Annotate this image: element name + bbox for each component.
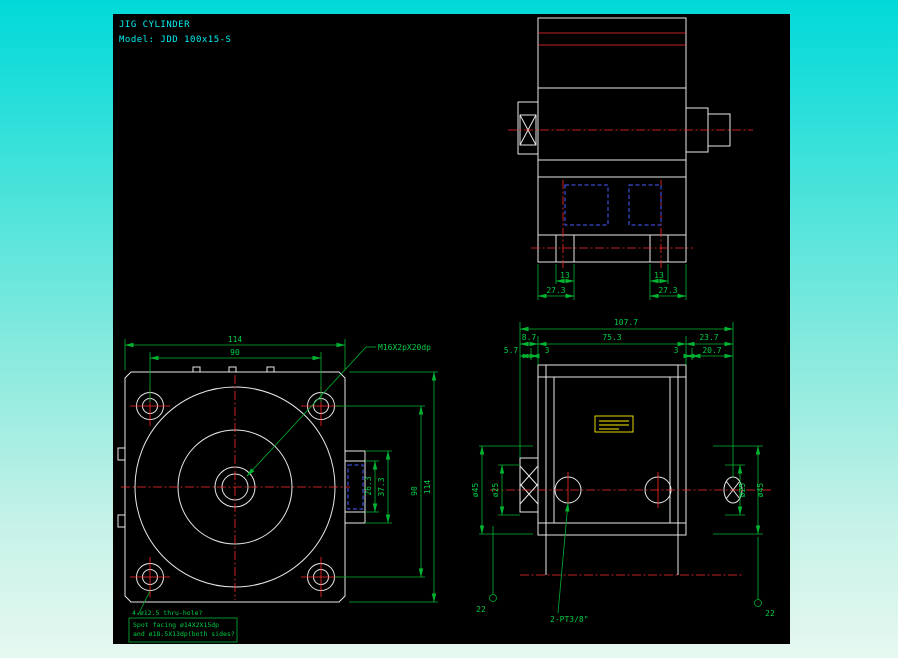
dim-13-left-label: 13 [560,271,570,280]
top-view-dimensions: 13 13 27.3 27.3 [537,264,687,300]
dim-90-right-label: 90 [410,486,419,496]
dim-37-3-label: 37.3 [377,477,386,496]
dia-45-left-label: ø45 [471,483,480,498]
front-view: 114 90 26.3 37.3 90 114 M16X2pX20dp 4-ø1… [117,335,438,643]
front-view-geometry [117,366,366,603]
dia-25-right-label: ø25 [738,483,747,498]
dim-107-7-label: 107.7 [614,318,638,327]
side-view-dimensions: 107.7 8.7 75.3 23.7 5.7 3 3 20.7 ø45 ø25… [471,318,765,535]
front-view-centerlines [121,375,350,600]
note-line-1: 4-ø12.5 thru-hole? [132,609,203,617]
title-block: JIG CYLINDER Model: JDD 100x15-S [119,20,231,45]
dim-26-3-label: 26.3 [364,476,373,495]
port-callout: 2-PT3/8" [550,615,589,624]
dim-3-right-label: 3 [674,346,679,355]
dim-8-7-label: 8.7 [522,333,537,342]
logo-plate [594,415,634,433]
cad-drawing-canvas[interactable]: JIG CYLINDER Model: JDD 100x15-S 13 13 2… [113,14,790,644]
side-view-geometry [519,364,743,575]
dim-27-3-right-label: 27.3 [658,286,677,295]
side-view: 107.7 8.7 75.3 23.7 5.7 3 3 20.7 ø45 ø25… [471,318,775,624]
drawing-model: Model: JDD 100x15-S [119,35,231,45]
drawing-title: JIG CYLINDER [119,20,190,30]
dia-45-right-label: ø45 [756,483,765,498]
dim-23-7-label: 23.7 [699,333,718,342]
top-view-centerlines [508,32,753,268]
note-line-3: and ø18.5X13dp(both sides? [133,630,235,638]
note-line-2: Spot facing ø14X2X15dp [133,621,219,629]
dim-13-right-label: 13 [654,271,664,280]
side-view-annotations: 22 22 2-PT3/8" [476,502,775,624]
top-view-geometry [517,17,731,263]
dim-90-top-label: 90 [230,348,240,357]
dim-20-7-label: 20.7 [702,346,721,355]
front-view-hidden-lines [347,464,364,510]
dim-22-left-label: 22 [476,605,486,614]
front-view-dimensions: 114 90 26.3 37.3 90 114 [124,335,438,603]
thread-callout: M16X2pX20dp [378,343,431,352]
dim-5-7-label: 5.7 [504,346,519,355]
top-view-hidden-lines [564,184,662,226]
dim-27-3-left-label: 27.3 [546,286,565,295]
desktop-background: JIG CYLINDER Model: JDD 100x15-S 13 13 2… [0,0,898,658]
dim-3-left-label: 3 [545,346,550,355]
dim-114-top-label: 114 [228,335,243,344]
top-view: 13 13 27.3 27.3 [508,17,753,300]
dia-25-left-label: ø25 [491,483,500,498]
dim-75-3-label: 75.3 [602,333,621,342]
dim-114-right-label: 114 [423,480,432,495]
dim-22-right-label: 22 [765,609,775,618]
